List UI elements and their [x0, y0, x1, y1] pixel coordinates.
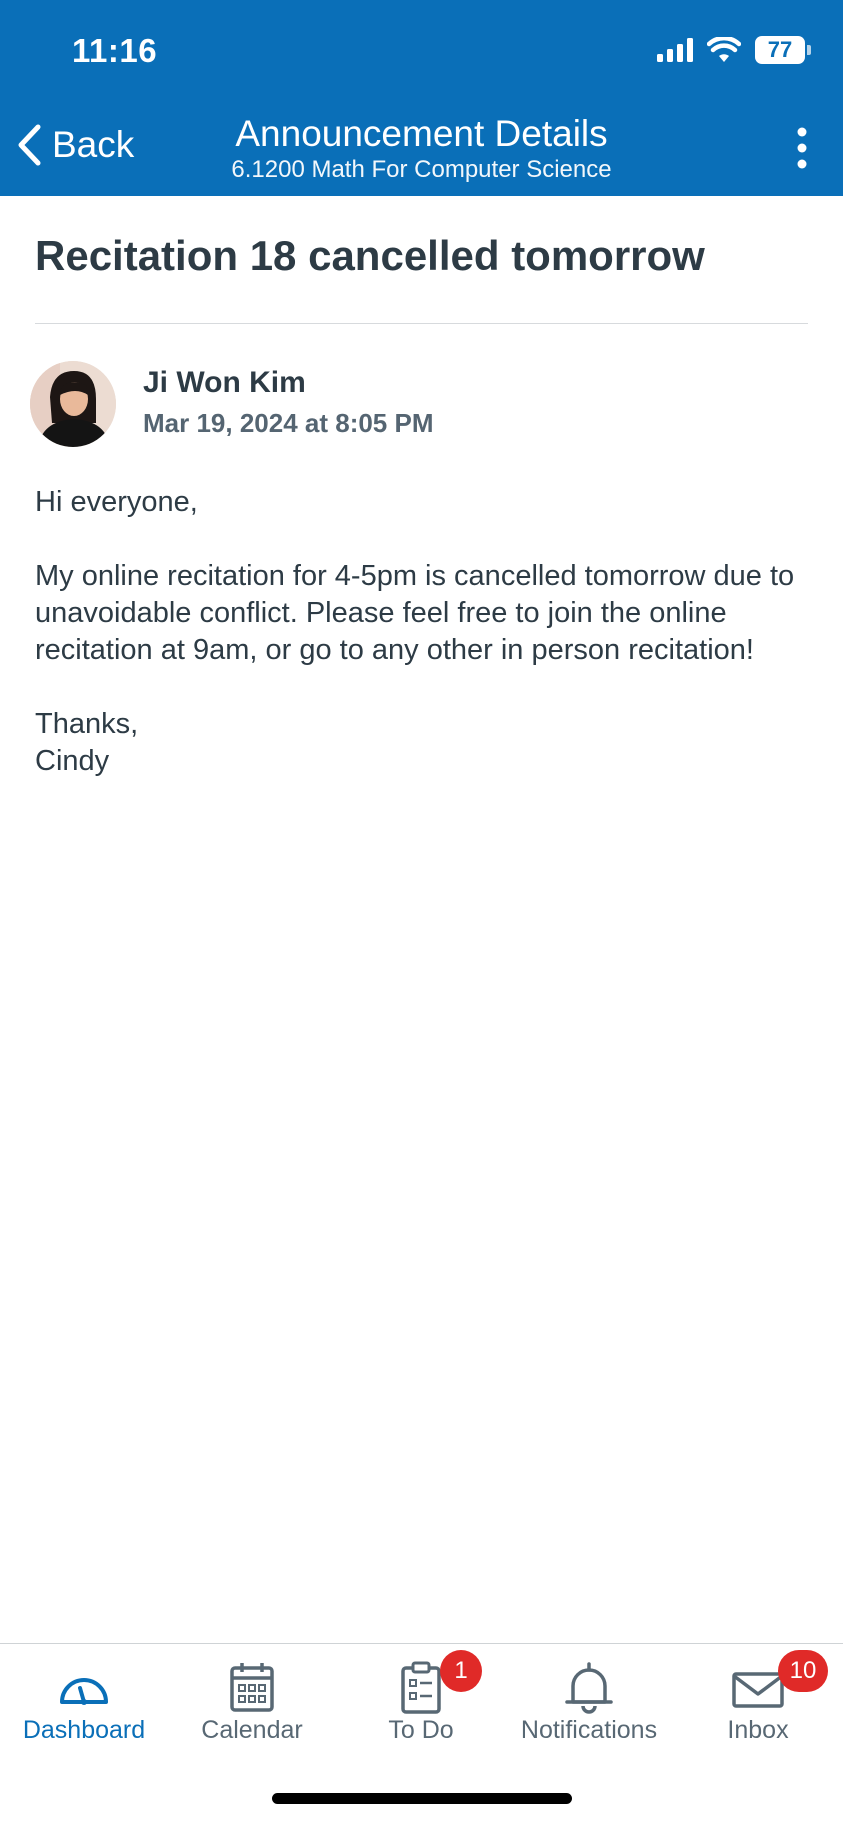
- tab-dashboard[interactable]: Dashboard: [0, 1644, 168, 1764]
- signoff-name: Cindy: [35, 745, 110, 777]
- wifi-icon: [707, 37, 741, 62]
- course-subtitle: 6.1200 Math For Computer Science: [231, 156, 612, 183]
- todo-badge: 1: [440, 1650, 482, 1692]
- avatar-photo: [30, 361, 116, 447]
- dashboard-icon: [60, 1678, 108, 1705]
- divider: [35, 323, 808, 324]
- calendar-icon: [230, 1663, 274, 1712]
- tab-label: Notifications: [520, 1716, 658, 1744]
- tab-inbox[interactable]: 10 Inbox: [674, 1644, 842, 1764]
- avatar[interactable]: [30, 361, 116, 447]
- signoff-line: Thanks,: [35, 708, 139, 740]
- page-title: Announcement Details: [235, 113, 608, 154]
- author-name: Ji Won Kim: [143, 366, 306, 399]
- status-icons: 77: [657, 36, 811, 64]
- inbox-badge: 10: [778, 1650, 828, 1692]
- tab-notifications[interactable]: Notifications: [505, 1644, 673, 1764]
- tab-label: To Do: [388, 1716, 454, 1744]
- announcement-title: Recitation 18 cancelled tomorrow: [35, 232, 705, 279]
- top-bar: 11:16 77 Back Announcement Details 6.120…: [0, 0, 843, 196]
- tab-label: Dashboard: [22, 1716, 146, 1744]
- tab-label: Inbox: [727, 1716, 789, 1744]
- post-date: Mar 19, 2024 at 8:05 PM: [143, 408, 434, 438]
- battery-indicator: 77: [755, 36, 811, 64]
- body-paragraph: Hi everyone,: [35, 486, 198, 518]
- home-indicator[interactable]: [272, 1793, 572, 1804]
- bell-icon: [565, 1662, 613, 1714]
- tab-todo[interactable]: 1 To Do: [337, 1644, 505, 1764]
- status-time: 11:16: [72, 32, 158, 69]
- more-options-icon[interactable]: [789, 126, 815, 170]
- announcement-body: Hi everyone, My online recitation for 4-…: [35, 484, 815, 780]
- tab-calendar[interactable]: Calendar: [168, 1644, 336, 1764]
- cellular-signal-icon: [657, 38, 693, 62]
- battery-level: 77: [767, 37, 793, 62]
- body-paragraph: My online recitation for 4-5pm is cancel…: [35, 560, 795, 666]
- tab-label: Calendar: [201, 1716, 303, 1744]
